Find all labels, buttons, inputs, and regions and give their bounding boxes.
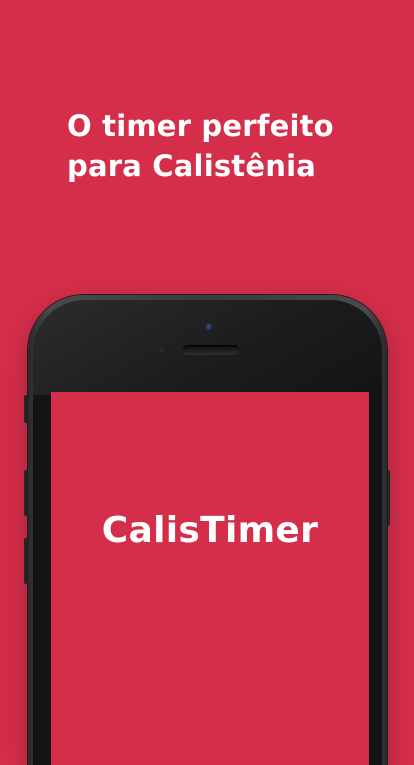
app-name-title: CalisTimer bbox=[101, 510, 319, 551]
phone-mockup: CalisTimer bbox=[28, 295, 387, 765]
phone-screen: CalisTimer bbox=[51, 392, 369, 765]
headline-line-1: O timer perfeito bbox=[67, 109, 334, 143]
phone-front-face: CalisTimer bbox=[33, 300, 382, 765]
front-camera-icon bbox=[205, 323, 214, 332]
proximity-sensor bbox=[159, 348, 164, 353]
headline-line-2: para Calistênia bbox=[67, 149, 316, 183]
earpiece-speaker bbox=[183, 345, 239, 354]
promo-headline: O timer perfeito para Calistênia bbox=[67, 106, 387, 186]
